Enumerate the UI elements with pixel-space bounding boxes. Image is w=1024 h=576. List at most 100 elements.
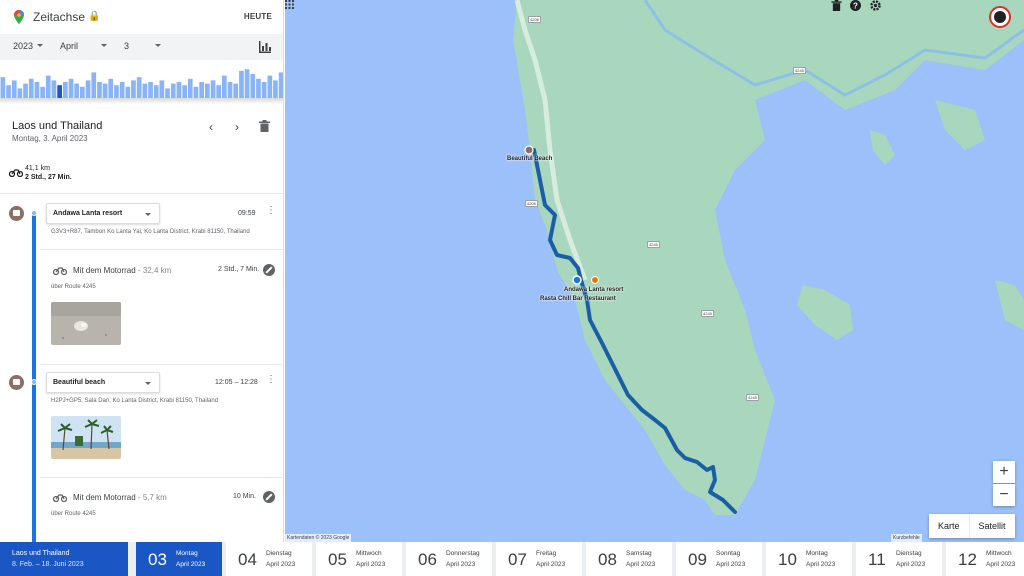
- histogram-bar[interactable]: [205, 83, 210, 98]
- histogram-bar[interactable]: [159, 80, 165, 98]
- histogram-bar[interactable]: [244, 69, 250, 98]
- histogram-bar[interactable]: [11, 80, 17, 98]
- day-tab-10[interactable]: 10 Montag April 2023: [766, 542, 852, 576]
- histogram-bar[interactable]: [80, 86, 85, 98]
- restaurant-marker[interactable]: [590, 275, 600, 285]
- histogram-bar[interactable]: [148, 82, 153, 98]
- more-vert-icon[interactable]: ⋮: [266, 375, 276, 390]
- histogram-bar[interactable]: [233, 83, 239, 98]
- activity-histogram[interactable]: [0, 66, 284, 98]
- day-tab-04[interactable]: 04 Dienstag April 2023: [226, 542, 312, 576]
- histogram-bar[interactable]: [136, 77, 142, 98]
- day-tab-06[interactable]: 06 Donnerstag April 2023: [406, 542, 492, 576]
- day-select[interactable]: 3: [124, 41, 129, 51]
- beach-shell-photo[interactable]: [51, 302, 121, 345]
- histogram-bar[interactable]: [6, 85, 11, 98]
- chevron-right-icon[interactable]: ›: [235, 120, 239, 134]
- histogram-bar[interactable]: [193, 86, 199, 98]
- map-label-resort[interactable]: Andawa Lanta resort: [564, 287, 623, 293]
- histogram-bar[interactable]: [119, 82, 125, 98]
- day-tab-07[interactable]: 07 Freitag April 2023: [496, 542, 582, 576]
- histogram-bar[interactable]: [91, 72, 97, 98]
- histogram-bar[interactable]: [17, 88, 23, 98]
- histogram-bar[interactable]: [273, 80, 278, 98]
- more-vert-icon[interactable]: ⋮: [266, 206, 276, 221]
- map-type-karte[interactable]: Karte: [929, 514, 969, 538]
- histogram-bar[interactable]: [278, 72, 284, 98]
- histogram-bar[interactable]: [45, 75, 51, 98]
- histogram-bar[interactable]: [68, 78, 74, 98]
- year-select[interactable]: 2023: [13, 41, 33, 51]
- keyboard-shortcuts-link[interactable]: Kurzbefehle: [891, 534, 922, 542]
- apps-icon[interactable]: [285, 0, 294, 9]
- histogram-bar[interactable]: [222, 75, 227, 98]
- histogram-bar[interactable]: [216, 85, 221, 98]
- chevron-down-icon: [37, 44, 43, 47]
- histogram-bar[interactable]: [239, 70, 244, 98]
- resort-marker[interactable]: [572, 275, 582, 285]
- histogram-bar[interactable]: [199, 82, 204, 98]
- histogram-bar[interactable]: [256, 78, 261, 98]
- trip-range-button[interactable]: Laos und Thailand 8. Feb. – 18. Juni 202…: [0, 542, 128, 576]
- histogram-bar[interactable]: [0, 77, 6, 98]
- palm-beach-photo[interactable]: [51, 416, 121, 459]
- histogram-bar[interactable]: [125, 86, 131, 98]
- histogram-bar[interactable]: [28, 78, 34, 98]
- histogram-bar[interactable]: [34, 82, 40, 98]
- histogram-bar[interactable]: [85, 80, 91, 98]
- gear-icon[interactable]: [870, 0, 881, 11]
- histogram-bar[interactable]: [102, 83, 108, 98]
- histogram-bar[interactable]: [23, 83, 28, 98]
- road-shield: 4245: [647, 241, 660, 248]
- histogram-bar[interactable]: [131, 80, 136, 98]
- histogram-bar[interactable]: [97, 82, 102, 98]
- map-label-beach[interactable]: Beautiful Beach: [507, 156, 552, 162]
- place-select[interactable]: Andawa Lanta resort: [46, 203, 160, 224]
- edit-icon[interactable]: [263, 491, 275, 503]
- place-select[interactable]: Beautiful beach: [46, 372, 160, 393]
- day-tab-11[interactable]: 11 Dienstag April 2023: [856, 542, 942, 576]
- today-button[interactable]: HEUTE: [244, 12, 272, 21]
- trash-icon[interactable]: [259, 120, 270, 132]
- timeline-dot: [31, 379, 37, 385]
- histogram-bar[interactable]: [250, 74, 256, 98]
- day-tab-03[interactable]: 03 Montag April 2023: [136, 542, 222, 576]
- histogram-bar[interactable]: [40, 86, 45, 98]
- help-icon[interactable]: ?: [850, 0, 861, 11]
- histogram-bar[interactable]: [261, 82, 267, 98]
- histogram-bar[interactable]: [57, 85, 62, 98]
- histogram-bar[interactable]: [170, 83, 176, 98]
- histogram-bar[interactable]: [74, 83, 79, 98]
- histogram-bar[interactable]: [227, 82, 233, 98]
- histogram-bar[interactable]: [176, 82, 182, 98]
- histogram-bar[interactable]: [51, 80, 57, 98]
- day-tab-05[interactable]: 05 Mittwoch April 2023: [316, 542, 402, 576]
- month-select[interactable]: April: [60, 41, 78, 51]
- avatar[interactable]: [989, 6, 1011, 28]
- histogram-bar[interactable]: [142, 83, 148, 98]
- google-maps-pin-icon: [14, 10, 24, 24]
- beach-marker[interactable]: [524, 145, 534, 155]
- day-tab-09[interactable]: 09 Sonntag April 2023: [676, 542, 762, 576]
- histogram-bar[interactable]: [63, 82, 68, 98]
- chevron-left-icon[interactable]: ‹: [209, 120, 213, 134]
- histogram-bar[interactable]: [187, 78, 193, 98]
- histogram-bar[interactable]: [210, 80, 216, 98]
- map-view[interactable]: Beautiful Beach Andawa Lanta resort Rast…: [285, 0, 1024, 542]
- segment-route: über Route 4245: [51, 511, 96, 517]
- histogram-bar[interactable]: [182, 85, 187, 98]
- day-tab-08[interactable]: 08 Samstag April 2023: [586, 542, 672, 576]
- edit-icon[interactable]: [263, 264, 275, 276]
- day-tab-12[interactable]: 12 Mittwoch April 2023: [946, 542, 1024, 576]
- histogram-bar[interactable]: [165, 88, 170, 98]
- histogram-bar[interactable]: [267, 75, 273, 98]
- zoom-in-button[interactable]: +: [993, 461, 1015, 483]
- map-type-satellit[interactable]: Satellit: [968, 514, 1015, 538]
- trash-icon[interactable]: [831, 0, 842, 11]
- bar-chart-icon[interactable]: [258, 41, 272, 53]
- map-label-restaurant[interactable]: Rasta Chill Bar Restaurant: [540, 296, 616, 302]
- histogram-bar[interactable]: [108, 78, 114, 98]
- histogram-bar[interactable]: [153, 85, 159, 98]
- zoom-out-button[interactable]: −: [993, 484, 1015, 506]
- histogram-bar[interactable]: [114, 85, 119, 98]
